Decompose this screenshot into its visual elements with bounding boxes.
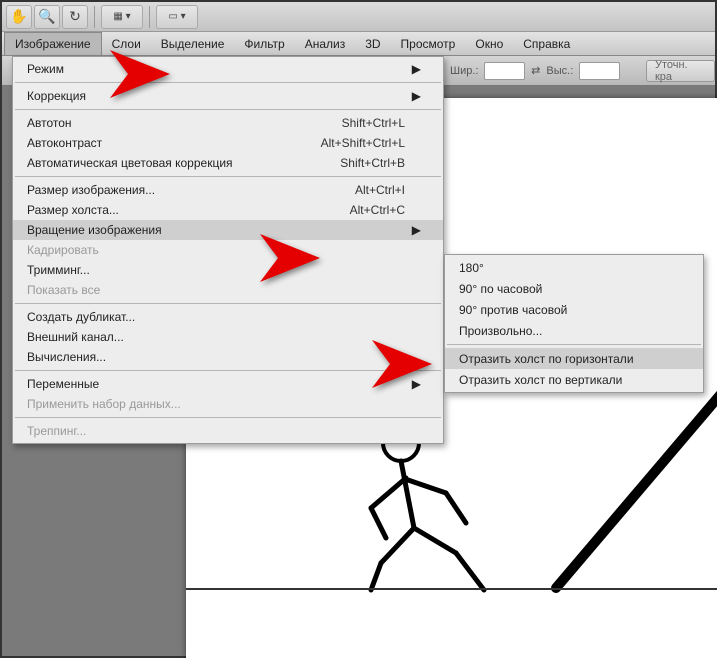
menu-reveal-all-label: Показать все — [27, 283, 295, 297]
menu-separator — [15, 109, 441, 110]
menu-filter[interactable]: Фильтр — [234, 32, 294, 55]
submenu-flip-vertical[interactable]: Отразить холст по вертикали — [445, 369, 703, 390]
menu-separator — [447, 344, 701, 345]
submenu-arrow-icon: ▶ — [411, 89, 421, 103]
menu-mode[interactable]: Режим ▶ — [13, 59, 443, 79]
menu-autocolor-shortcut: Shift+Ctrl+B — [295, 156, 405, 170]
menu-bar: Изображение Слои Выделение Фильтр Анализ… — [2, 32, 715, 56]
menu-canvas-size-label: Размер холста... — [27, 203, 295, 217]
submenu-180[interactable]: 180° — [445, 257, 703, 278]
hand-tool-icon[interactable]: ✋ — [6, 5, 32, 29]
menu-autotone-shortcut: Shift+Ctrl+L — [295, 116, 405, 130]
menu-autocontrast-label: Автоконтраст — [27, 136, 295, 150]
menu-trim-label: Тримминг... — [27, 263, 295, 277]
submenu-arbitrary[interactable]: Произвольно... — [445, 320, 703, 341]
menu-autocontrast-shortcut: Alt+Shift+Ctrl+L — [295, 136, 405, 150]
menu-window[interactable]: Окно — [465, 32, 513, 55]
view-mode-dropdown[interactable]: ▦ ▾ — [101, 5, 143, 29]
ground-line — [186, 588, 717, 590]
menu-3d[interactable]: 3D — [355, 32, 390, 55]
submenu-90ccw-label: 90° против часовой — [459, 303, 567, 317]
submenu-flip-h-label: Отразить холст по горизонтали — [459, 352, 634, 366]
menu-crop: Кадрировать — [13, 240, 443, 260]
menu-analysis[interactable]: Анализ — [295, 32, 356, 55]
menu-autocolor[interactable]: Автоматическая цветовая коррекция Shift+… — [13, 153, 443, 173]
submenu-90cw[interactable]: 90° по часовой — [445, 278, 703, 299]
toolbar-separator — [94, 6, 95, 28]
menu-autotone[interactable]: Автотон Shift+Ctrl+L — [13, 113, 443, 133]
submenu-90ccw[interactable]: 90° против часовой — [445, 299, 703, 320]
rotation-submenu: 180° 90° по часовой 90° против часовой П… — [444, 254, 704, 393]
submenu-flip-v-label: Отразить холст по вертикали — [459, 373, 622, 387]
menu-separator — [15, 176, 441, 177]
menu-apply-dataset: Применить набор данных... — [13, 394, 443, 414]
submenu-arrow-icon: ▶ — [411, 223, 421, 237]
menu-apply-dataset-label: Применить набор данных... — [27, 397, 295, 411]
menu-trim[interactable]: Тримминг... — [13, 260, 443, 280]
menu-duplicate[interactable]: Создать дубликат... — [13, 307, 443, 327]
height-label: Выс.: — [546, 65, 573, 77]
menu-autotone-label: Автотон — [27, 116, 295, 130]
menu-canvas-size-shortcut: Alt+Ctrl+C — [295, 203, 405, 217]
menu-autocolor-label: Автоматическая цветовая коррекция — [27, 156, 295, 170]
screen-mode-dropdown[interactable]: ▭ ▾ — [156, 5, 198, 29]
menu-autocontrast[interactable]: Автоконтраст Alt+Shift+Ctrl+L — [13, 133, 443, 153]
menu-trap-label: Треппинг... — [27, 424, 295, 438]
annotation-arrow-icon — [260, 234, 320, 282]
submenu-arbitrary-label: Произвольно... — [459, 324, 542, 338]
annotation-arrow-icon — [110, 50, 170, 98]
menu-image-size[interactable]: Размер изображения... Alt+Ctrl+I — [13, 180, 443, 200]
menu-rotation-label: Вращение изображения — [27, 223, 295, 237]
submenu-arrow-icon: ▶ — [411, 62, 421, 76]
width-field[interactable] — [484, 62, 525, 80]
toolbar-separator — [149, 6, 150, 28]
top-toolbar: ✋ 🔍 ↻ ▦ ▾ ▭ ▾ — [2, 2, 715, 32]
menu-reveal-all: Показать все — [13, 280, 443, 300]
menu-correction[interactable]: Коррекция ▶ — [13, 86, 443, 106]
menu-separator — [15, 417, 441, 418]
menu-image-rotation[interactable]: Вращение изображения ▶ — [13, 220, 443, 240]
refine-edge-button[interactable]: Уточн. кра — [646, 60, 715, 82]
width-label: Шир.: — [450, 65, 478, 77]
menu-trap: Треппинг... — [13, 421, 443, 441]
menu-separator — [15, 303, 441, 304]
menu-separator — [15, 82, 441, 83]
swap-icon[interactable]: ⇄ — [531, 64, 540, 77]
height-field[interactable] — [579, 62, 620, 80]
menu-variables-label: Переменные — [27, 377, 295, 391]
submenu-flip-horizontal[interactable]: Отразить холст по горизонтали — [445, 348, 703, 369]
submenu-180-label: 180° — [459, 261, 484, 275]
menu-image-size-label: Размер изображения... — [27, 183, 295, 197]
menu-calculations-label: Вычисления... — [27, 350, 295, 364]
menu-help[interactable]: Справка — [513, 32, 580, 55]
menu-crop-label: Кадрировать — [27, 243, 295, 257]
rotate-tool-icon[interactable]: ↻ — [62, 5, 88, 29]
menu-duplicate-label: Создать дубликат... — [27, 310, 295, 324]
submenu-90cw-label: 90° по часовой — [459, 282, 542, 296]
zoom-tool-icon[interactable]: 🔍 — [34, 5, 60, 29]
menu-canvas-size[interactable]: Размер холста... Alt+Ctrl+C — [13, 200, 443, 220]
annotation-arrow-icon — [372, 340, 432, 388]
menu-image-size-shortcut: Alt+Ctrl+I — [295, 183, 405, 197]
menu-image[interactable]: Изображение — [4, 32, 102, 55]
menu-view[interactable]: Просмотр — [391, 32, 466, 55]
menu-apply-image-label: Внешний канал... — [27, 330, 295, 344]
